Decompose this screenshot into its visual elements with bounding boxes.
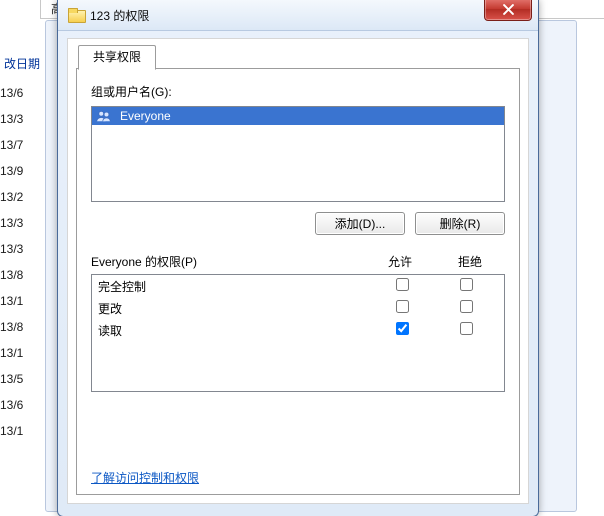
background-date: 13/1 [0, 418, 45, 444]
groups-users-label: 组或用户名(G): [91, 83, 505, 100]
permission-row: 更改 [92, 297, 504, 319]
learn-link[interactable]: 了解访问控制和权限 [91, 469, 199, 486]
background-date: 13/3 [0, 236, 45, 262]
add-button[interactable]: 添加(D)... [315, 212, 405, 235]
window-title: 123 的权限 [90, 7, 149, 24]
list-item[interactable]: Everyone [92, 107, 504, 125]
column-header-deny: 拒绝 [435, 253, 505, 270]
permissions-for-label: Everyone 的权限(P) [91, 253, 365, 270]
tab-share-permissions[interactable]: 共享权限 [78, 45, 156, 70]
background-date: 13/3 [0, 106, 45, 132]
titlebar[interactable]: 123 的权限 [58, 0, 538, 31]
background-date: 13/5 [0, 366, 45, 392]
users-group-icon [96, 109, 114, 123]
users-listbox[interactable]: Everyone [91, 106, 505, 202]
background-date: 13/6 [0, 80, 45, 106]
background-date: 13/9 [0, 158, 45, 184]
close-button[interactable] [484, 0, 532, 21]
permissions-dialog: 123 的权限 共享权限 组或用户名(G): [57, 0, 539, 516]
user-name: Everyone [120, 109, 171, 123]
remove-button[interactable]: 删除(R) [415, 212, 505, 235]
permissions-listbox[interactable]: 完全控制更改读取 [91, 274, 505, 392]
background-date: 13/6 [0, 392, 45, 418]
column-header-date: 改日期 [4, 55, 40, 72]
background-date: 13/3 [0, 210, 45, 236]
folder-icon [68, 8, 84, 22]
dialog-body: 共享权限 组或用户名(G): Ever [67, 38, 529, 504]
background-date: 13/7 [0, 132, 45, 158]
tab-page: 组或用户名(G): Everyone [76, 68, 520, 495]
background-date-column: 13/613/313/713/913/213/313/313/813/113/8… [0, 80, 45, 444]
permission-name: 更改 [98, 300, 370, 317]
background-date: 13/2 [0, 184, 45, 210]
column-header-allow: 允许 [365, 253, 435, 270]
allow-checkbox[interactable] [396, 322, 409, 335]
background-date: 13/8 [0, 262, 45, 288]
tab-strip: 共享权限 [78, 45, 156, 69]
allow-checkbox[interactable] [396, 278, 409, 291]
close-icon [503, 4, 514, 15]
allow-checkbox[interactable] [396, 300, 409, 313]
permission-name: 完全控制 [98, 278, 370, 295]
permission-row: 读取 [92, 319, 504, 341]
background-date: 13/1 [0, 288, 45, 314]
permission-row: 完全控制 [92, 275, 504, 297]
deny-checkbox[interactable] [460, 322, 473, 335]
background-date: 13/8 [0, 314, 45, 340]
deny-checkbox[interactable] [460, 300, 473, 313]
permission-name: 读取 [98, 322, 370, 339]
background-date: 13/1 [0, 340, 45, 366]
deny-checkbox[interactable] [460, 278, 473, 291]
